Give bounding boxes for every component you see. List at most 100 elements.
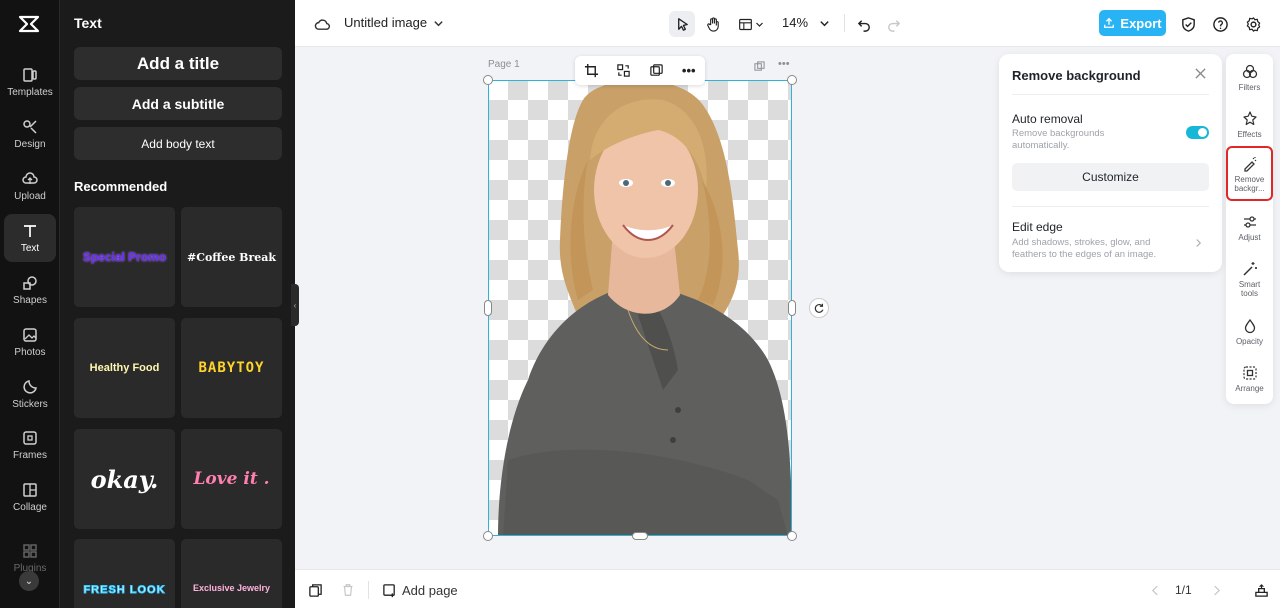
tool-smart-tools[interactable]: Smart tools bbox=[1228, 261, 1271, 298]
tool-remove-background[interactable]: Remove backgr... bbox=[1226, 146, 1273, 201]
rail-item-collage[interactable]: Collage bbox=[4, 473, 56, 521]
redo-button[interactable] bbox=[882, 13, 904, 35]
customize-button[interactable]: Customize bbox=[1012, 163, 1209, 191]
delete-page-button[interactable] bbox=[339, 581, 357, 599]
pages-overview-button[interactable] bbox=[306, 581, 324, 599]
settings-button[interactable] bbox=[1242, 13, 1264, 35]
replace-icon[interactable] bbox=[615, 62, 633, 80]
panel-collapse-handle[interactable]: ‹ bbox=[291, 284, 299, 326]
add-page-button[interactable]: Add page bbox=[382, 580, 458, 600]
rail-item-stickers[interactable]: Stickers bbox=[4, 370, 56, 418]
tool-label: Filters bbox=[1238, 83, 1261, 92]
text-template-tile[interactable]: Exclusive Jewelry bbox=[181, 539, 282, 608]
add-page-icon bbox=[383, 583, 395, 597]
zoom-level[interactable]: 14% bbox=[782, 15, 808, 30]
tool-opacity[interactable]: Opacity bbox=[1228, 318, 1271, 346]
layout-menu-button[interactable] bbox=[735, 11, 767, 37]
gear-icon bbox=[1246, 16, 1260, 32]
tool-filters[interactable]: Filters bbox=[1228, 64, 1271, 92]
rail-item-upload[interactable]: Upload bbox=[4, 162, 56, 210]
rail-item-label: Design bbox=[14, 139, 46, 150]
rail-item-label: Collage bbox=[13, 502, 47, 513]
tool-label: Adjust bbox=[1238, 233, 1261, 242]
capcut-logo-icon[interactable] bbox=[17, 12, 41, 36]
cloud-save-icon[interactable] bbox=[312, 14, 332, 34]
text-template-tile[interactable]: Special Promo bbox=[74, 207, 175, 307]
duplicate-icon[interactable] bbox=[647, 62, 665, 80]
tool-arrange[interactable]: Arrange bbox=[1228, 365, 1271, 393]
rail-item-label: Stickers bbox=[12, 399, 48, 410]
rotate-handle[interactable] bbox=[809, 298, 829, 318]
rail-item-design[interactable]: Design bbox=[4, 110, 56, 158]
canvas-image[interactable] bbox=[488, 80, 792, 536]
rail-item-label: Frames bbox=[13, 450, 47, 461]
collapse-rail-button[interactable]: ⌄ bbox=[19, 571, 39, 591]
tile-text: Exclusive Jewelry bbox=[192, 583, 271, 593]
document-title[interactable]: Untitled image bbox=[344, 15, 427, 30]
previous-page-button[interactable] bbox=[1148, 581, 1162, 599]
magic-eraser-icon bbox=[1243, 157, 1256, 172]
tool-effects[interactable]: Effects bbox=[1228, 111, 1271, 139]
rail-item-templates[interactable]: Templates bbox=[4, 58, 56, 106]
rail-item-text[interactable]: Text bbox=[4, 214, 56, 262]
page-counter: 1/1 bbox=[1175, 583, 1192, 597]
resize-handle-bottom-left[interactable] bbox=[483, 531, 493, 541]
rail-item-label: Shapes bbox=[13, 295, 47, 306]
panel-title: Text bbox=[74, 15, 102, 31]
tool-label: Remove backgr... bbox=[1234, 175, 1265, 193]
add-body-text-button[interactable]: Add body text bbox=[74, 127, 282, 160]
hand-tool-button[interactable] bbox=[700, 11, 726, 37]
layers-panel-button[interactable] bbox=[1252, 581, 1270, 599]
help-button[interactable] bbox=[1209, 13, 1231, 35]
tile-text: okay. bbox=[90, 464, 159, 494]
chevron-right-icon bbox=[1213, 585, 1220, 595]
text-panel: Text Add a title Add a subtitle Add body… bbox=[60, 0, 295, 608]
duplicate-page-icon[interactable] bbox=[754, 59, 766, 71]
tool-label: Opacity bbox=[1235, 337, 1264, 346]
right-tools-panel: Filters Effects Remove backgr... Adjust … bbox=[1226, 54, 1273, 404]
text-template-tile[interactable]: Love it . bbox=[181, 429, 282, 529]
text-template-tile[interactable]: Healthy Food bbox=[74, 318, 175, 418]
page-more-icon[interactable]: ••• bbox=[778, 58, 790, 70]
tool-adjust[interactable]: Adjust bbox=[1228, 214, 1271, 242]
undo-button[interactable] bbox=[853, 13, 875, 35]
resize-handle-left[interactable] bbox=[484, 300, 492, 316]
chevron-down-icon[interactable] bbox=[431, 15, 445, 31]
resize-handle-bottom-right[interactable] bbox=[787, 531, 797, 541]
resize-handle-top-left[interactable] bbox=[483, 75, 493, 85]
export-icon bbox=[1104, 17, 1115, 28]
text-template-tile[interactable]: #Coffee Break bbox=[181, 207, 282, 307]
close-button[interactable] bbox=[1194, 67, 1208, 81]
add-subtitle-button[interactable]: Add a subtitle bbox=[74, 87, 282, 120]
select-tool-button[interactable] bbox=[669, 11, 695, 37]
text-template-tile[interactable]: BABYTOY bbox=[181, 318, 282, 418]
auto-removal-description: Remove backgrounds automatically. bbox=[1012, 128, 1105, 151]
remove-background-panel: Remove background Auto removal Remove ba… bbox=[999, 54, 1222, 272]
crop-icon[interactable] bbox=[582, 62, 600, 80]
more-options-icon[interactable]: ••• bbox=[680, 62, 698, 80]
resize-handle-top-right[interactable] bbox=[787, 75, 797, 85]
edit-edge-row[interactable]: Edit edge Add shadows, strokes, glow, an… bbox=[999, 207, 1222, 267]
auto-removal-toggle[interactable] bbox=[1186, 126, 1209, 139]
shield-button[interactable] bbox=[1177, 13, 1199, 35]
tile-text: Love it . bbox=[193, 469, 270, 489]
divider bbox=[368, 581, 369, 599]
remove-background-title: Remove background bbox=[1012, 68, 1141, 83]
trash-icon bbox=[343, 584, 353, 596]
rail-item-shapes[interactable]: Shapes bbox=[4, 266, 56, 314]
zoom-dropdown-icon[interactable] bbox=[817, 15, 831, 31]
add-title-button[interactable]: Add a title bbox=[74, 47, 282, 80]
tool-label: Arrange bbox=[1235, 384, 1264, 393]
text-template-tile[interactable]: okay. bbox=[74, 429, 175, 529]
next-page-button[interactable] bbox=[1209, 581, 1223, 599]
floating-toolbar: ••• bbox=[575, 56, 705, 85]
rail-item-photos[interactable]: Photos bbox=[4, 318, 56, 366]
droplet-icon bbox=[1244, 318, 1255, 334]
text-template-tile[interactable]: FRESH LOOK bbox=[74, 539, 175, 608]
resize-handle-bottom[interactable] bbox=[632, 532, 648, 540]
export-button[interactable]: Export bbox=[1099, 10, 1166, 36]
resize-handle-right[interactable] bbox=[788, 300, 796, 316]
rail-item-frames[interactable]: Frames bbox=[4, 421, 56, 469]
hand-icon bbox=[706, 16, 719, 32]
upload-icon bbox=[22, 172, 38, 184]
